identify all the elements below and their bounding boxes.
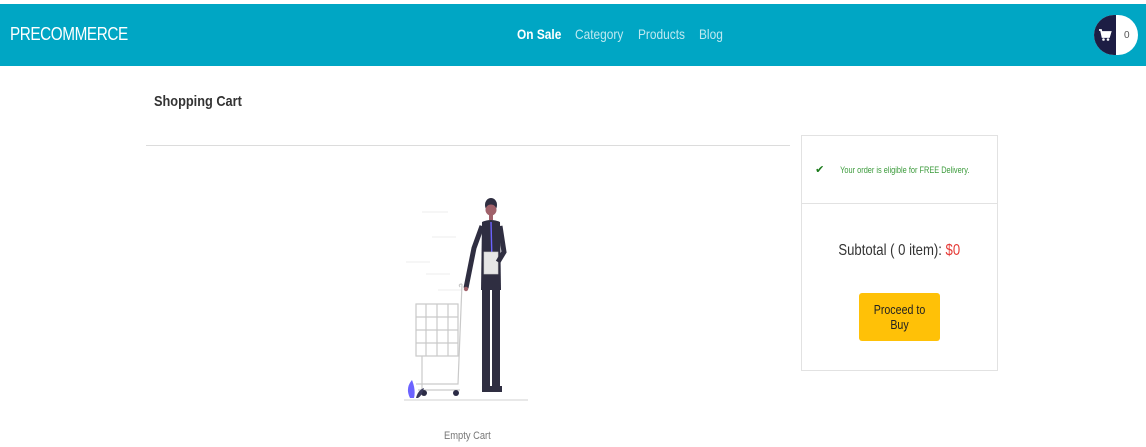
empty-cart-illustration: [404, 198, 528, 401]
nav-link-on-sale[interactable]: On Sale: [517, 26, 561, 42]
subtotal: Subtotal ( 0 item): $0: [802, 242, 997, 260]
page-title: Shopping Cart: [154, 93, 242, 110]
proceed-to-buy-label: Proceed to Buy: [873, 302, 926, 332]
nav-link-blog[interactable]: Blog: [699, 26, 723, 42]
nav-link-category[interactable]: Category: [575, 26, 623, 42]
cart-count-badge: 0: [1124, 29, 1130, 41]
proceed-to-buy-button[interactable]: Proceed to Buy: [859, 293, 940, 341]
checkmark-icon: ✔: [815, 164, 825, 176]
order-summary-card: ✔ Your order is eligible for FREE Delive…: [801, 135, 998, 371]
brand-logo[interactable]: PRECOMMERCE: [10, 24, 128, 45]
nav-links: On Sale Category Products Blog: [517, 26, 727, 42]
cart-button[interactable]: 0: [1094, 15, 1138, 55]
cart-icon: [1094, 15, 1116, 55]
subtotal-amount: $0: [945, 242, 961, 259]
delivery-notice: ✔ Your order is eligible for FREE Delive…: [802, 136, 997, 204]
empty-cart-label: Empty Cart: [444, 430, 491, 442]
nav-link-products[interactable]: Products: [638, 26, 685, 42]
title-divider: [146, 145, 790, 146]
navbar: PRECOMMERCE On Sale Category Products Bl…: [0, 4, 1146, 66]
subtotal-label: Subtotal ( 0 item):: [838, 242, 946, 259]
delivery-message: Your order is eligible for FREE Delivery…: [840, 164, 970, 175]
